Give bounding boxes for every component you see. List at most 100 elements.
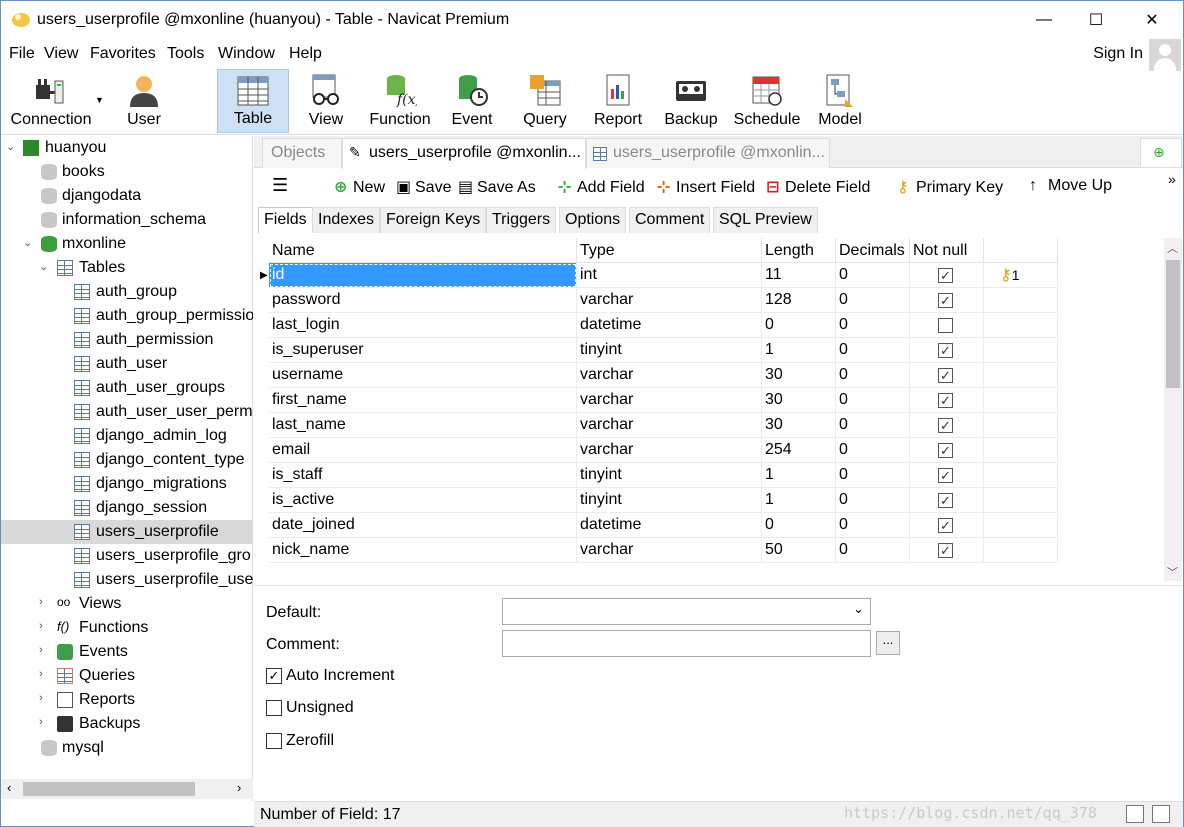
tab-table-data[interactable]: users_userprofile @mxonlin... — [586, 138, 830, 168]
name-cell[interactable]: password — [269, 288, 577, 313]
name-cell[interactable]: username — [269, 363, 577, 388]
table-row[interactable]: date_joined datetime 0 0 ✓ — [256, 513, 1058, 538]
table-row[interactable]: is_superuser tinyint 1 0 ✓ — [256, 338, 1058, 363]
tab-comment[interactable]: Comment — [629, 207, 711, 233]
name-cell[interactable]: first_name — [269, 388, 577, 413]
tree-db-mysql[interactable]: mysql — [1, 736, 253, 760]
type-cell[interactable]: tinyint — [577, 488, 762, 513]
tree-functions-group[interactable]: › f() Functions — [1, 616, 253, 640]
not-null-cell[interactable]: ✓ — [910, 363, 984, 388]
not-null-cell[interactable]: ✓ — [910, 413, 984, 438]
insert-field-button[interactable]: ⊹ Insert Field — [657, 177, 755, 197]
type-cell[interactable]: int — [577, 263, 762, 288]
type-cell[interactable]: varchar — [577, 288, 762, 313]
scroll-right-arrow-icon[interactable]: › — [237, 780, 241, 795]
form-view-icon[interactable] — [1126, 805, 1144, 823]
primary-key-button[interactable]: ⚷ Primary Key — [897, 177, 1003, 197]
column-header-not-null[interactable]: Not null — [910, 238, 984, 263]
new-button[interactable]: ⊕ New — [334, 177, 385, 197]
expand-icon[interactable]: › — [39, 644, 51, 656]
not-null-checkbox[interactable]: ✓ — [938, 393, 953, 408]
length-cell[interactable]: 1 — [762, 488, 836, 513]
table-row[interactable]: first_name varchar 30 0 ✓ — [256, 388, 1058, 413]
tree-table-item[interactable]: django_migrations — [1, 472, 253, 496]
type-cell[interactable]: tinyint — [577, 463, 762, 488]
length-cell[interactable]: 11 — [762, 263, 836, 288]
not-null-cell[interactable]: ✓ — [910, 488, 984, 513]
ribbon-function-button[interactable]: f(x) Function — [361, 69, 439, 133]
key-cell[interactable] — [984, 488, 1058, 513]
name-cell[interactable]: is_superuser — [269, 338, 577, 363]
new-tab-button[interactable]: ⊕ — [1140, 138, 1182, 168]
not-null-cell[interactable]: ✓ — [910, 288, 984, 313]
ribbon-backup-button[interactable]: Backup — [661, 69, 721, 133]
not-null-checkbox[interactable]: ✓ — [938, 443, 953, 458]
expand-icon[interactable]: › — [39, 716, 51, 728]
type-cell[interactable]: varchar — [577, 413, 762, 438]
length-cell[interactable]: 254 — [762, 438, 836, 463]
key-cell[interactable] — [984, 538, 1058, 563]
tab-foreign-keys[interactable]: Foreign Keys — [380, 207, 487, 233]
not-null-checkbox[interactable]: ✓ — [938, 368, 953, 383]
tree-table-item[interactable]: django_session — [1, 496, 253, 520]
name-cell[interactable]: is_active — [269, 488, 577, 513]
name-cell[interactable]: last_login — [269, 313, 577, 338]
tree-table-item[interactable]: auth_user_groups — [1, 376, 253, 400]
tab-fields[interactable]: Fields — [258, 207, 313, 233]
expand-icon[interactable]: › — [39, 596, 51, 608]
table-row[interactable]: last_login datetime 0 0 — [256, 313, 1058, 338]
key-cell[interactable] — [984, 463, 1058, 488]
length-cell[interactable]: 1 — [762, 463, 836, 488]
type-cell[interactable]: datetime — [577, 513, 762, 538]
name-cell[interactable]: nick_name — [269, 538, 577, 563]
column-header-key[interactable] — [984, 238, 1058, 263]
tree-views-group[interactable]: › oo Views — [1, 592, 253, 616]
tree-table-item[interactable]: django_content_type — [1, 448, 253, 472]
scroll-left-arrow-icon[interactable]: ‹ — [7, 780, 11, 795]
tab-indexes[interactable]: Indexes — [312, 207, 381, 233]
ribbon-table-button[interactable]: Table — [217, 69, 289, 133]
table-row[interactable]: last_name varchar 30 0 ✓ — [256, 413, 1058, 438]
name-cell[interactable]: id — [269, 263, 577, 288]
table-row[interactable]: password varchar 128 0 ✓ — [256, 288, 1058, 313]
type-cell[interactable]: varchar — [577, 538, 762, 563]
key-cell[interactable] — [984, 438, 1058, 463]
tree-events-group[interactable]: › Events — [1, 640, 253, 664]
not-null-checkbox[interactable]: ✓ — [938, 418, 953, 433]
decimals-cell[interactable]: 0 — [836, 413, 910, 438]
maximize-button[interactable]: ☐ — [1073, 1, 1119, 39]
not-null-checkbox[interactable]: ✓ — [938, 493, 953, 508]
tree-table-item[interactable]: auth_user_user_permi — [1, 400, 253, 424]
column-header-type[interactable]: Type — [577, 238, 762, 263]
key-cell[interactable] — [984, 313, 1058, 338]
tree-connection-huanyou[interactable]: ⌄ huanyou — [1, 136, 253, 160]
ribbon-event-button[interactable]: Event — [443, 69, 501, 133]
not-null-checkbox[interactable]: ✓ — [938, 518, 953, 533]
column-header-length[interactable]: Length — [762, 238, 836, 263]
ribbon-schedule-button[interactable]: Schedule — [731, 69, 803, 133]
type-cell[interactable]: varchar — [577, 363, 762, 388]
tree-table-item-selected[interactable]: users_userprofile — [1, 520, 253, 544]
menu-help[interactable]: Help — [289, 45, 322, 63]
tree-table-item[interactable]: auth_permission — [1, 328, 253, 352]
table-row[interactable]: email varchar 254 0 ✓ — [256, 438, 1058, 463]
tab-sql-preview[interactable]: SQL Preview — [713, 207, 818, 233]
tree-table-item[interactable]: auth_user — [1, 352, 253, 376]
tree-table-item[interactable]: auth_group — [1, 280, 253, 304]
not-null-cell[interactable]: ✓ — [910, 463, 984, 488]
scroll-up-arrow-icon[interactable]: ︿ — [1167, 240, 1178, 256]
tab-triggers[interactable]: Triggers — [486, 207, 557, 233]
collapse-icon[interactable]: ⌄ — [39, 260, 51, 273]
type-cell[interactable]: datetime — [577, 313, 762, 338]
type-cell[interactable]: varchar — [577, 438, 762, 463]
scrollbar-thumb[interactable] — [23, 782, 195, 796]
not-null-checkbox[interactable] — [938, 318, 953, 333]
decimals-cell[interactable]: 0 — [836, 338, 910, 363]
not-null-checkbox[interactable]: ✓ — [938, 268, 953, 283]
not-null-cell[interactable]: ✓ — [910, 338, 984, 363]
tree-table-item[interactable]: auth_group_permissio — [1, 304, 253, 328]
decimals-cell[interactable]: 0 — [836, 488, 910, 513]
hamburger-menu-icon[interactable]: ☰ — [272, 175, 288, 196]
collapse-icon[interactable]: ⌄ — [6, 140, 18, 153]
ribbon-model-button[interactable]: Model — [811, 69, 869, 133]
